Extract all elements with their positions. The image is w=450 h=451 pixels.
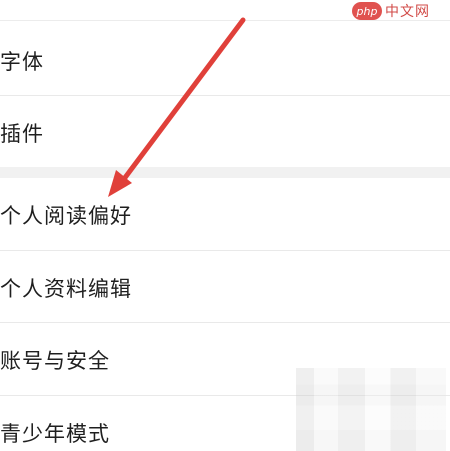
settings-item-label: 插件 bbox=[0, 122, 44, 146]
pixelated-watermark-area bbox=[296, 368, 446, 451]
settings-item-label: 账号与安全 bbox=[0, 349, 110, 373]
settings-item-font[interactable]: 字体 bbox=[0, 24, 450, 98]
settings-item-label: 字体 bbox=[0, 50, 44, 74]
watermark-text: 中文网 bbox=[385, 4, 430, 20]
settings-item-label: 个人阅读偏好 bbox=[0, 204, 132, 228]
settings-item-reading-preference[interactable]: 个人阅读偏好 bbox=[0, 178, 450, 252]
section-gap bbox=[0, 167, 450, 178]
site-watermark: php 中文网 bbox=[352, 0, 444, 22]
settings-item-label: 青少年模式 bbox=[0, 422, 110, 446]
settings-item-profile-edit[interactable]: 个人资料编辑 bbox=[0, 251, 450, 325]
settings-page: 字体 插件 个人阅读偏好 个人资料编辑 账号与安全 青少年模式 php 中文网 bbox=[0, 0, 450, 451]
settings-item-label: 个人资料编辑 bbox=[0, 277, 132, 301]
settings-item-plugins[interactable]: 插件 bbox=[0, 96, 450, 170]
watermark-logo-badge: php bbox=[352, 2, 382, 20]
